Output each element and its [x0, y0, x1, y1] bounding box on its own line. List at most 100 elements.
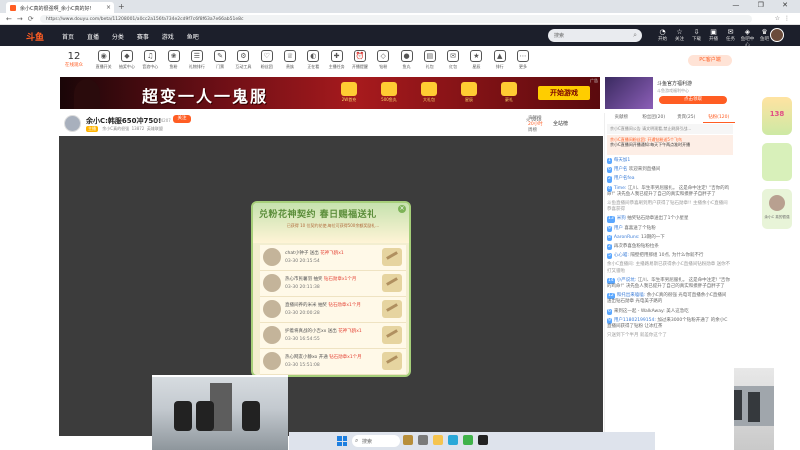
- side-ad-button[interactable]: 点击领取: [659, 96, 727, 104]
- edge-icon[interactable]: [448, 435, 458, 445]
- tab-contrib[interactable]: 贡献榜: [605, 113, 638, 123]
- tool-item[interactable]: ▤ 礼包: [418, 50, 441, 70]
- activity-badge[interactable]: 138: [762, 97, 792, 135]
- nav-home[interactable]: 首页: [62, 34, 74, 41]
- chat-username[interactable]: AaronRuns:: [614, 235, 640, 240]
- tool-item[interactable]: ✚ 主播任务: [325, 50, 348, 70]
- streamer-card[interactable]: 余小C 真的很强: [762, 189, 792, 229]
- chat-message: 6 用户名 欢迎来到直播间: [607, 167, 661, 174]
- tool-item[interactable]: ☰ 礼物排行: [185, 50, 208, 70]
- activity-gift-icon[interactable]: [762, 143, 792, 181]
- search-input[interactable]: 搜索 ⌕: [548, 29, 642, 42]
- nav-category[interactable]: 分类: [112, 34, 124, 41]
- modal-close-icon[interactable]: ×: [398, 205, 406, 213]
- streamer-name[interactable]: 余小C真的很强: [102, 126, 129, 131]
- douyu-logo[interactable]: 斗鱼: [26, 30, 44, 43]
- tool-item[interactable]: ♕ 贵族: [278, 50, 301, 70]
- tool-item[interactable]: ❀ 鱼粉: [162, 50, 185, 70]
- tool-item[interactable]: ⋯ 更多: [511, 50, 534, 70]
- tool-item[interactable]: ◇ 钻粉: [372, 50, 395, 70]
- browser-menu-icons[interactable]: ☆⋮: [775, 15, 794, 22]
- chat-message: 9 用户 喜喜送了个钻粉: [607, 225, 656, 232]
- header-icon-task[interactable]: ✉ 任务: [722, 28, 739, 48]
- online-counter[interactable]: 12 在线观众: [58, 51, 90, 68]
- star-icon: ☆: [676, 28, 683, 36]
- follow-button[interactable]: 关注: [173, 115, 191, 123]
- user-avatar[interactable]: [770, 28, 784, 42]
- chat-message: 8 AaronRuns: 13期的一下: [607, 234, 665, 242]
- game-banner-ad[interactable]: 超变一人一鬼服 2W首充 500鱼丸 大礼包 星辰 豪礼 开始游戏 广告: [60, 77, 600, 109]
- chat-username[interactable]: 用户名fea: [614, 176, 635, 181]
- chat-username[interactable]: Time:: [614, 186, 627, 191]
- tool-item[interactable]: ⚙ 互动工具: [232, 50, 255, 70]
- tab-vip[interactable]: 贵宾(25): [670, 113, 703, 123]
- nav-buttons[interactable]: ←→⟳: [6, 15, 39, 23]
- nav-live[interactable]: 直播: [87, 34, 99, 41]
- task-icon: ✉: [727, 28, 734, 36]
- start-game-button[interactable]: 开始游戏: [538, 86, 590, 100]
- taskbar-apps: [403, 435, 488, 445]
- chat-username[interactable]: 用户名: [614, 167, 628, 172]
- new-tab-button[interactable]: +: [118, 2, 125, 11]
- tab-diamond[interactable]: 钻粉(120): [702, 113, 735, 123]
- tool-label: 礼包: [425, 64, 434, 69]
- tab-close-icon[interactable]: ×: [106, 4, 111, 11]
- chat-username[interactable]: 用户11802199154:: [614, 318, 656, 323]
- tool-item[interactable]: ● 鱼丸: [395, 50, 418, 70]
- tool-label: 钻粉: [379, 64, 388, 69]
- search-icon[interactable]: ⌕: [633, 31, 637, 40]
- side-ad[interactable]: 斗鱼官方福利游 斗鱼游戏福利中心 点击领取: [605, 77, 731, 109]
- tool-item[interactable]: ⏰ 开播提醒: [348, 50, 371, 70]
- tool-item[interactable]: ★ 星辰: [465, 50, 488, 70]
- chat-username[interactable]: 小严说坑:: [617, 278, 637, 283]
- obs-icon[interactable]: [478, 435, 488, 445]
- streamer-card-avatar: [769, 195, 785, 211]
- tool-item[interactable]: ♡ 粉丝团: [255, 50, 278, 70]
- streamer-avatar[interactable]: [64, 115, 81, 132]
- chrome-icon[interactable]: [463, 435, 473, 445]
- chat-message: 9 用户11802199154: 加过来3000个钻粉开通了 的余小C直播间获得了…: [607, 317, 728, 330]
- user-level-badge: 5: [607, 253, 612, 260]
- header-icon-start[interactable]: ◔ 开始: [654, 28, 671, 48]
- header-icon-broadcast[interactable]: ▣ 开播: [705, 28, 722, 48]
- game-category[interactable]: 英雄联盟: [147, 126, 163, 131]
- tool-item[interactable]: ▲ 排行: [488, 50, 511, 70]
- search-placeholder: 搜索: [554, 33, 565, 39]
- tool-item[interactable]: ✉ 红包: [441, 50, 464, 70]
- tool-label: 鱼粉: [169, 64, 178, 69]
- header-icon-center[interactable]: ◈ 鱼吧中心: [739, 28, 756, 48]
- tool-item[interactable]: ◆ 抽奖中心: [115, 50, 138, 70]
- user-level-badge: 2: [607, 244, 612, 251]
- tab-fans[interactable]: 粉丝团(20): [638, 113, 671, 123]
- chat-username[interactable]: 米狗: [617, 216, 626, 221]
- tool-item[interactable]: ♫ 音浪中心: [139, 50, 162, 70]
- tool-item[interactable]: ◐ 正在看: [302, 50, 325, 70]
- browser-tab[interactable]: 余小C真的很强啊_余小C真的好! ×: [6, 2, 114, 13]
- tool-label: 开播提醒: [351, 64, 368, 69]
- header-icon-download[interactable]: ⇩ 下载: [688, 28, 705, 48]
- header-icon-follow[interactable]: ☆ 关注: [671, 28, 688, 48]
- window-controls[interactable]: — ❐ ✕: [732, 1, 796, 9]
- record-avatar: [263, 300, 281, 318]
- taskbar-search[interactable]: 搜索: [352, 435, 400, 447]
- tool-label: 音浪中心: [142, 64, 159, 69]
- tool-item[interactable]: ✎ 门票: [208, 50, 231, 70]
- pc-client-button[interactable]: PC客户端: [688, 55, 732, 66]
- chat-username[interactable]: 心心喵:: [614, 253, 629, 258]
- side-ad-image: [605, 77, 653, 109]
- tool-item[interactable]: ◉ 直播开关: [92, 50, 115, 70]
- taskbar-app-icon[interactable]: [418, 435, 428, 445]
- contribution-rank[interactable]: 贡献榜 20小时 周榜: [528, 116, 598, 134]
- url-field[interactable]: https://www.douyu.com/beta/11208001/a0cc…: [40, 15, 752, 23]
- chat-username[interactable]: 每天加1: [614, 158, 630, 163]
- tool-icon: ●: [400, 50, 413, 62]
- record-text: 直播间养的米米 抽奖 钻石勋章x1个月: [285, 303, 361, 308]
- folder-icon[interactable]: [433, 435, 443, 445]
- chat-username[interactable]: 用户: [614, 226, 623, 231]
- nav-games[interactable]: 游戏: [162, 34, 174, 41]
- nav-events[interactable]: 赛事: [137, 34, 149, 41]
- chat-username[interactable]: 和托出来嗑嗑:: [617, 293, 646, 298]
- windows-start-icon[interactable]: [337, 436, 347, 446]
- taskbar-app-icon[interactable]: [403, 435, 413, 445]
- nav-fishbar[interactable]: 鱼吧: [187, 34, 199, 41]
